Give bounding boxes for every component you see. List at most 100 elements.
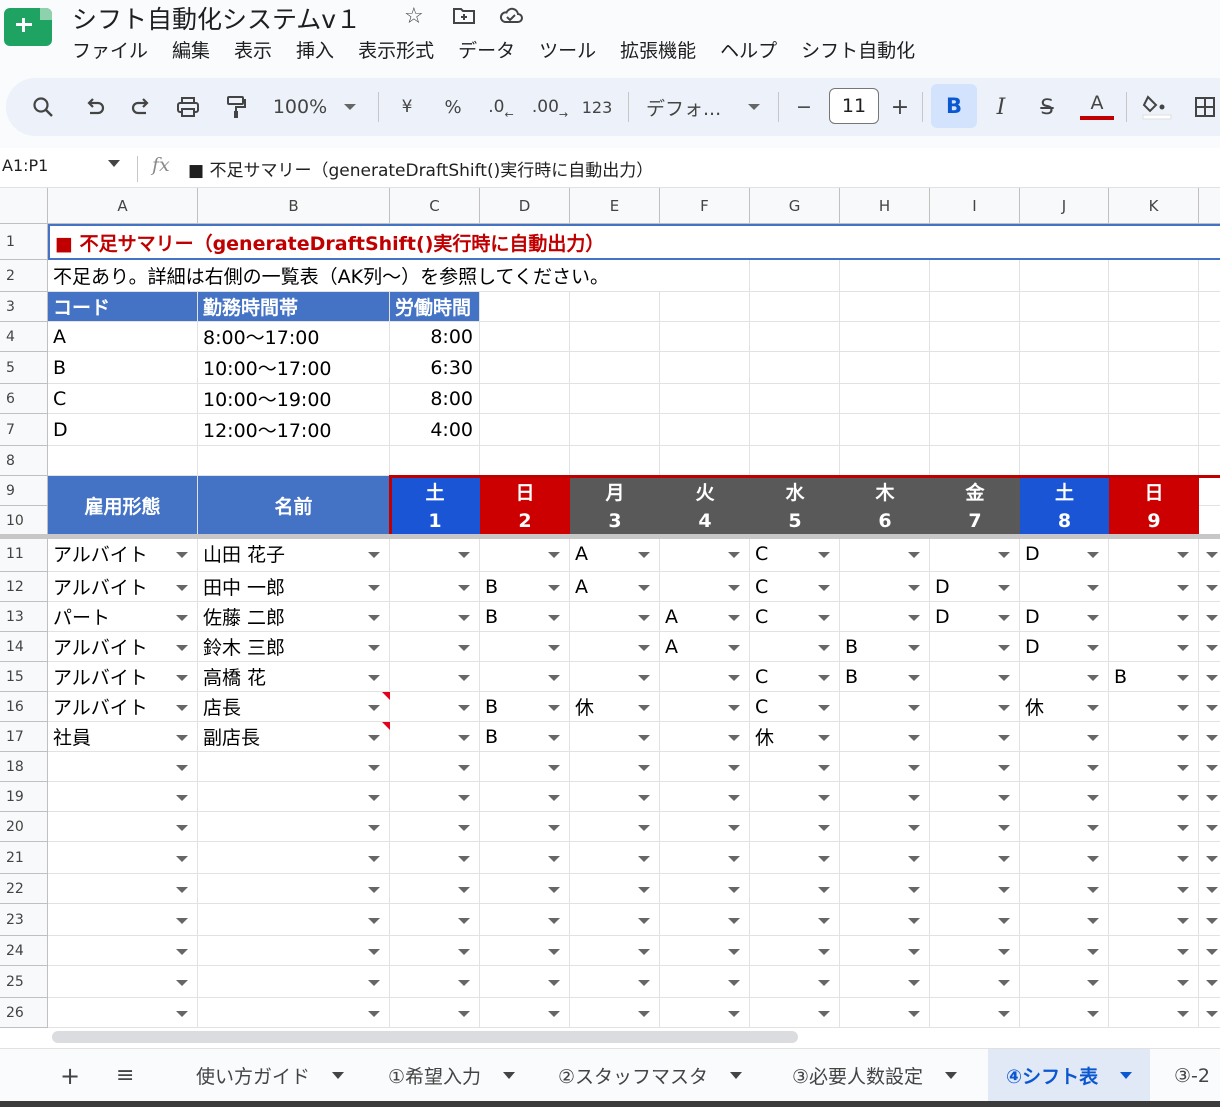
- chevron-down-icon[interactable]: [548, 552, 560, 558]
- cell[interactable]: [198, 782, 390, 812]
- chevron-down-icon[interactable]: [908, 735, 920, 741]
- cell[interactable]: [750, 322, 840, 352]
- chevron-down-icon[interactable]: [728, 795, 740, 801]
- chevron-down-icon[interactable]: [818, 856, 830, 862]
- cell[interactable]: [660, 446, 750, 476]
- decrease-font-size-button[interactable]: −: [792, 90, 816, 124]
- chevron-down-icon[interactable]: [638, 765, 650, 771]
- cell[interactable]: [840, 384, 930, 414]
- chevron-down-icon[interactable]: [1177, 795, 1189, 801]
- row-header-4[interactable]: 4: [0, 322, 48, 352]
- code-table-cell[interactable]: 12:00〜17:00: [198, 414, 390, 446]
- cell[interactable]: [1109, 322, 1199, 352]
- chevron-down-icon[interactable]: [908, 645, 920, 651]
- chevron-down-icon[interactable]: [458, 887, 470, 893]
- font-family-select[interactable]: デフォ...: [646, 90, 732, 124]
- cell[interactable]: [1109, 292, 1199, 322]
- chevron-down-icon[interactable]: [638, 735, 650, 741]
- chevron-down-icon[interactable]: [368, 585, 380, 591]
- chevron-down-icon[interactable]: [458, 856, 470, 862]
- cell[interactable]: [750, 414, 840, 446]
- chevron-down-icon[interactable]: [548, 645, 560, 651]
- chevron-down-icon[interactable]: [638, 949, 650, 955]
- sheet-tab-3-2[interactable]: ③-2: [1174, 1049, 1210, 1102]
- chevron-down-icon[interactable]: [1177, 645, 1189, 651]
- chevron-down-icon[interactable]: [1087, 949, 1099, 955]
- chevron-down-icon[interactable]: [1206, 856, 1218, 862]
- chevron-down-icon[interactable]: [1087, 645, 1099, 651]
- chevron-down-icon[interactable]: [176, 887, 188, 893]
- star-icon[interactable]: ☆: [404, 4, 424, 29]
- cell[interactable]: [390, 446, 480, 476]
- chevron-down-icon[interactable]: [176, 705, 188, 711]
- chevron-down-icon[interactable]: [998, 705, 1010, 711]
- zoom-select[interactable]: 100%: [268, 90, 332, 124]
- chevron-down-icon[interactable]: [818, 615, 830, 621]
- cell[interactable]: [480, 322, 570, 352]
- chevron-down-icon[interactable]: [908, 552, 920, 558]
- cell[interactable]: [570, 446, 660, 476]
- chevron-down-icon[interactable]: [458, 552, 470, 558]
- paint-format-icon[interactable]: [220, 90, 252, 124]
- chevron-down-icon[interactable]: [728, 856, 740, 862]
- chevron-down-icon[interactable]: [818, 735, 830, 741]
- chevron-down-icon[interactable]: [1087, 918, 1099, 924]
- cell[interactable]: [930, 292, 1020, 322]
- chevron-down-icon[interactable]: [818, 887, 830, 893]
- code-table-cell[interactable]: 4:00: [390, 414, 480, 446]
- cell[interactable]: [1199, 352, 1220, 384]
- row-header-1[interactable]: 1: [0, 224, 48, 260]
- chevron-down-icon[interactable]: [638, 887, 650, 893]
- chevron-down-icon[interactable]: [176, 980, 188, 986]
- row-header-26[interactable]: 26: [0, 998, 48, 1028]
- chevron-down-icon[interactable]: [638, 705, 650, 711]
- cell[interactable]: [570, 292, 660, 322]
- menu-data[interactable]: データ: [446, 38, 527, 66]
- bold-button[interactable]: B: [931, 84, 977, 128]
- font-size-input[interactable]: 11: [829, 88, 879, 124]
- column-header-H[interactable]: H: [840, 188, 930, 224]
- cell[interactable]: [198, 936, 390, 966]
- name-header[interactable]: 名前: [198, 476, 390, 536]
- summary-title[interactable]: ■ 不足サマリー（generateDraftShift()実行時に自動出力）: [48, 224, 1220, 260]
- staff-name-cell[interactable]: 山田 花子: [198, 536, 390, 572]
- cloud-saved-icon[interactable]: [498, 4, 524, 32]
- more-formats-button[interactable]: 123: [580, 90, 614, 124]
- chevron-down-icon[interactable]: [1087, 856, 1099, 862]
- cell[interactable]: [480, 292, 570, 322]
- chevron-down-icon[interactable]: [548, 795, 560, 801]
- cell[interactable]: [570, 352, 660, 384]
- chevron-down-icon[interactable]: [368, 705, 380, 711]
- chevron-down-icon[interactable]: [1206, 825, 1218, 831]
- chevron-down-icon[interactable]: [818, 918, 830, 924]
- chevron-down-icon[interactable]: [998, 856, 1010, 862]
- chevron-down-icon[interactable]: [818, 585, 830, 591]
- undo-icon[interactable]: [80, 90, 110, 124]
- chevron-down-icon[interactable]: [458, 735, 470, 741]
- sheet-tab-guide[interactable]: 使い方ガイド: [196, 1049, 345, 1102]
- row-header-16[interactable]: 16: [0, 692, 48, 722]
- code-table-cell[interactable]: 8:00: [390, 384, 480, 414]
- chevron-down-icon[interactable]: [176, 552, 188, 558]
- chevron-down-icon[interactable]: [1177, 615, 1189, 621]
- chevron-down-icon[interactable]: [818, 675, 830, 681]
- row-header-20[interactable]: 20: [0, 812, 48, 842]
- cell[interactable]: [750, 384, 840, 414]
- chevron-down-icon[interactable]: [458, 615, 470, 621]
- search-icon[interactable]: [28, 90, 58, 124]
- cell[interactable]: [1109, 414, 1199, 446]
- chevron-down-icon[interactable]: [548, 980, 560, 986]
- cell[interactable]: [1020, 414, 1109, 446]
- chevron-down-icon[interactable]: [908, 675, 920, 681]
- chevron-down-icon[interactable]: [998, 585, 1010, 591]
- chevron-down-icon[interactable]: [998, 887, 1010, 893]
- menu-extensions[interactable]: 拡張機能: [608, 38, 708, 66]
- cell[interactable]: [1020, 352, 1109, 384]
- italic-button[interactable]: I: [988, 90, 1014, 124]
- increase-decimal-button[interactable]: .00 →: [530, 90, 570, 124]
- chevron-down-icon[interactable]: [908, 980, 920, 986]
- cell[interactable]: [1199, 384, 1220, 414]
- column-header-partial[interactable]: [1199, 188, 1220, 224]
- chevron-down-icon[interactable]: [176, 645, 188, 651]
- chevron-down-icon[interactable]: [728, 735, 740, 741]
